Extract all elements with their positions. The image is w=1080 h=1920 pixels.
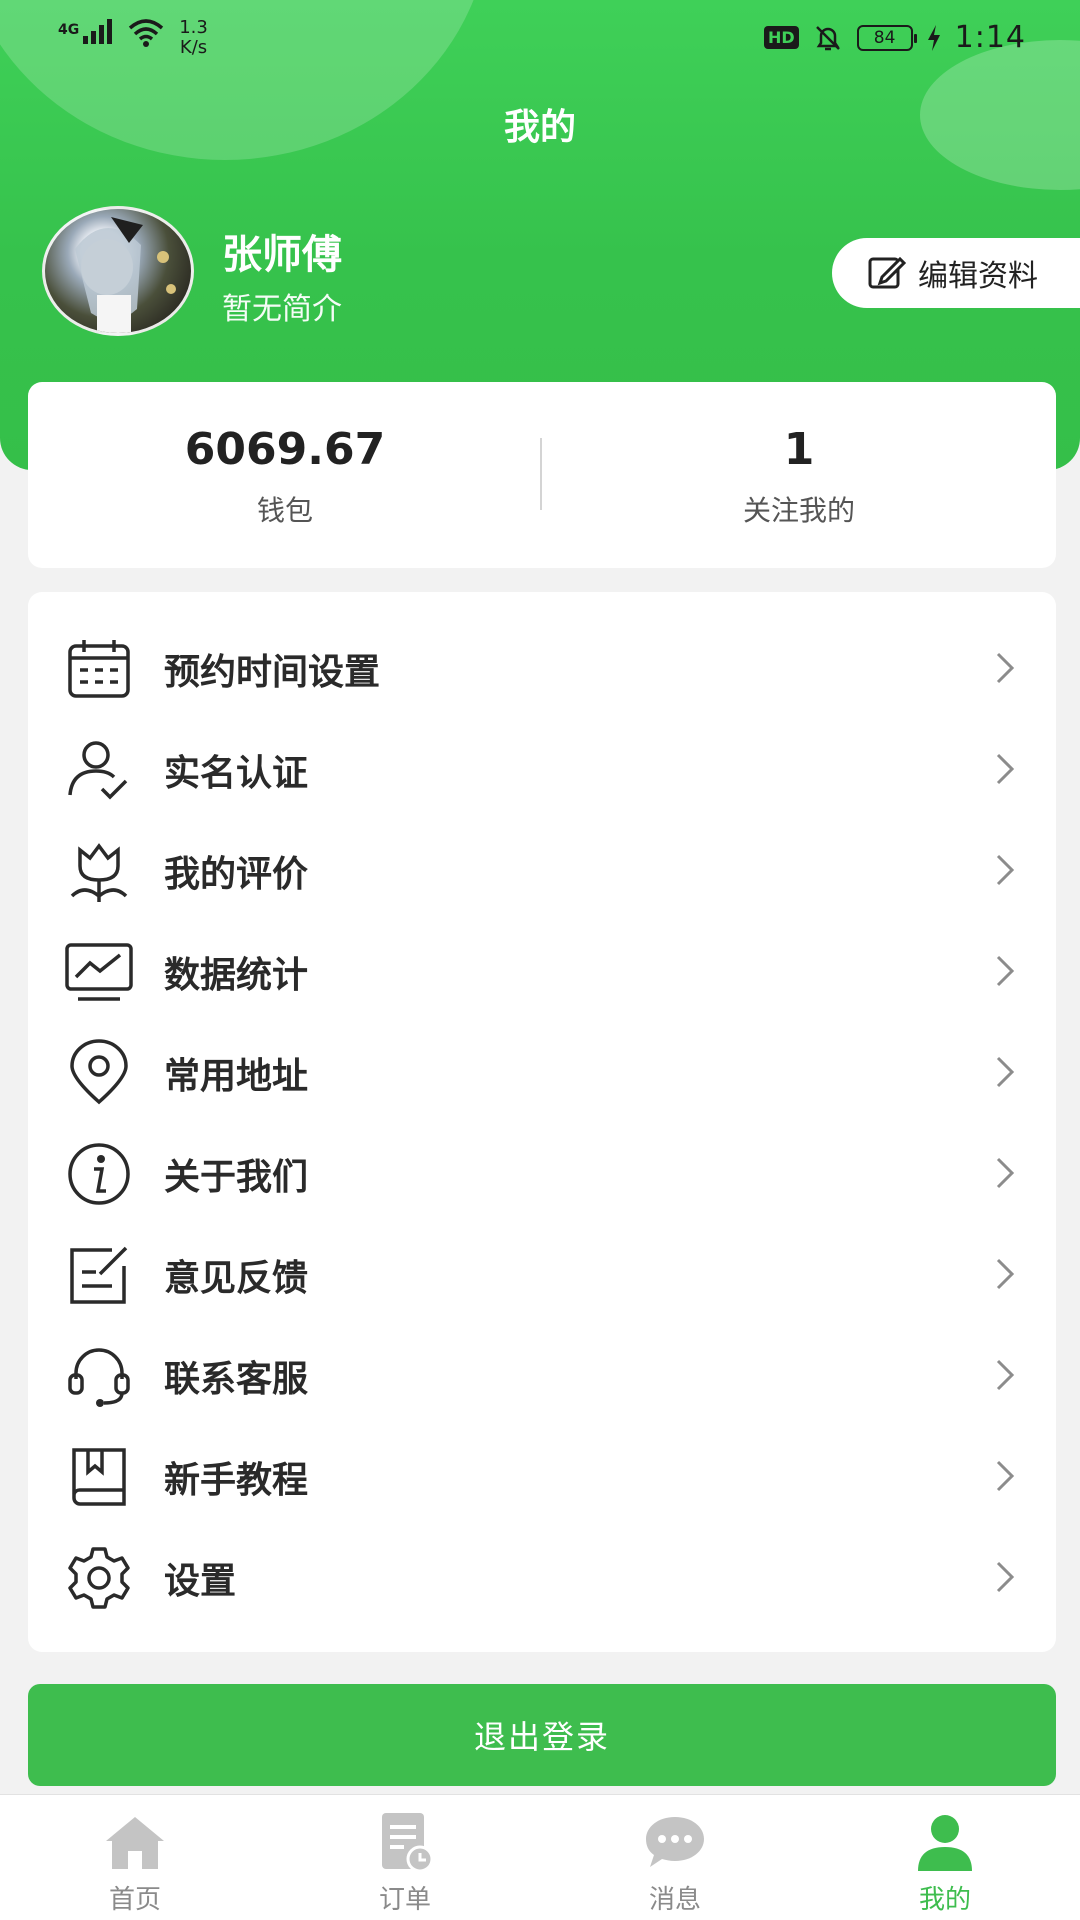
followers-label: 关注我的 xyxy=(742,494,855,527)
menu-card: 预约时间设置 实名认证 我的评价 数据统计 常用地址 关于我们 意见反馈 联系客… xyxy=(28,592,1056,1652)
chevron-right-icon xyxy=(996,1157,1015,1189)
bottom-tab-bar: 首页 订单 消息 我的 xyxy=(0,1794,1080,1920)
mute-bell-icon xyxy=(815,25,840,50)
clock: 1:14 xyxy=(954,20,1026,55)
username: 张师傅 xyxy=(222,232,342,278)
chat-icon xyxy=(646,1817,704,1867)
home-icon xyxy=(106,1817,164,1869)
menu-label: 我的评价 xyxy=(164,853,309,895)
chevron-right-icon xyxy=(996,1359,1015,1391)
menu-item-my-reviews[interactable]: 我的评价 xyxy=(28,820,1056,921)
wallet-value: 6069.67 xyxy=(184,424,386,475)
avatar[interactable] xyxy=(42,206,194,336)
wifi-icon xyxy=(129,19,164,47)
menu-item-settings[interactable]: 设置 xyxy=(28,1527,1056,1628)
feedback-edit-icon xyxy=(62,1238,136,1312)
menu-item-statistics[interactable]: 数据统计 xyxy=(28,921,1056,1022)
speed-unit: K/s xyxy=(179,37,208,58)
tab-orders[interactable]: 订单 xyxy=(270,1795,540,1920)
wallet-label: 钱包 xyxy=(256,494,313,527)
tab-messages[interactable]: 消息 xyxy=(540,1795,810,1920)
menu-label: 数据统计 xyxy=(164,954,309,996)
chevron-right-icon xyxy=(996,955,1015,987)
calendar-icon xyxy=(62,632,136,706)
logout-button[interactable]: 退出登录 xyxy=(28,1684,1056,1786)
battery-indicator: 84 xyxy=(856,24,917,51)
chevron-right-icon xyxy=(996,1460,1015,1492)
edit-icon xyxy=(868,256,906,289)
headset-icon xyxy=(62,1339,136,1413)
user-check-icon xyxy=(62,733,136,807)
followers-stat[interactable]: 1 关注我的 xyxy=(542,382,1056,568)
status-bar: 4G 1.3 K/s HD 84 1:14 xyxy=(0,0,1080,80)
tab-label: 首页 xyxy=(108,1885,161,1915)
book-icon xyxy=(62,1440,136,1514)
chart-monitor-icon xyxy=(62,935,136,1009)
info-icon xyxy=(62,1137,136,1211)
avatar-illustration xyxy=(75,217,176,333)
menu-item-about[interactable]: 关于我们 xyxy=(28,1123,1056,1224)
location-pin-icon xyxy=(62,1036,136,1110)
menu-label: 设置 xyxy=(164,1560,237,1602)
tab-label: 我的 xyxy=(918,1885,971,1915)
network-type: 4G xyxy=(58,22,80,38)
wallet-stat[interactable]: 6069.67 钱包 xyxy=(28,382,542,568)
signal-icon xyxy=(83,19,113,44)
menu-item-booking-time[interactable]: 预约时间设置 xyxy=(28,618,1056,719)
edit-profile-button[interactable]: 编辑资料 xyxy=(832,238,1080,308)
tab-label: 订单 xyxy=(378,1885,431,1915)
chevron-right-icon xyxy=(996,753,1015,785)
user-bio: 暂无简介 xyxy=(222,292,342,327)
chevron-right-icon xyxy=(996,1258,1015,1290)
menu-item-feedback[interactable]: 意见反馈 xyxy=(28,1224,1056,1325)
tab-home[interactable]: 首页 xyxy=(0,1795,270,1920)
tab-mine[interactable]: 我的 xyxy=(810,1795,1080,1920)
menu-label: 意见反馈 xyxy=(164,1257,309,1299)
tab-label: 消息 xyxy=(648,1885,701,1915)
speed-value: 1.3 xyxy=(179,17,208,38)
menu-label: 预约时间设置 xyxy=(164,651,381,693)
menu-item-address[interactable]: 常用地址 xyxy=(28,1022,1056,1123)
status-left: 4G 1.3 K/s xyxy=(58,18,208,58)
chevron-right-icon xyxy=(996,1561,1015,1593)
gear-icon xyxy=(62,1541,136,1615)
chevron-right-icon xyxy=(996,652,1015,684)
network-speed: 1.3 K/s xyxy=(179,18,208,58)
menu-item-tutorial[interactable]: 新手教程 xyxy=(28,1426,1056,1527)
page-title: 我的 xyxy=(503,107,576,148)
flower-icon xyxy=(62,834,136,908)
edit-profile-label: 编辑资料 xyxy=(918,259,1038,294)
menu-item-real-name[interactable]: 实名认证 xyxy=(28,719,1056,820)
menu-item-customer-service[interactable]: 联系客服 xyxy=(28,1325,1056,1426)
menu-label: 实名认证 xyxy=(164,752,309,794)
menu-label: 常用地址 xyxy=(164,1055,309,1097)
profile-icon xyxy=(918,1815,972,1871)
chevron-right-icon xyxy=(996,854,1015,886)
menu-label: 联系客服 xyxy=(164,1358,309,1400)
followers-value: 1 xyxy=(783,424,815,475)
hd-badge: HD xyxy=(763,26,799,49)
chevron-right-icon xyxy=(996,1056,1015,1088)
charging-icon xyxy=(927,24,940,51)
order-icon xyxy=(382,1813,434,1873)
stats-card: 6069.67 钱包 1 关注我的 xyxy=(28,382,1056,568)
menu-label: 新手教程 xyxy=(164,1459,309,1501)
menu-label: 关于我们 xyxy=(164,1156,309,1198)
status-right: HD 84 1:14 xyxy=(763,20,1026,55)
